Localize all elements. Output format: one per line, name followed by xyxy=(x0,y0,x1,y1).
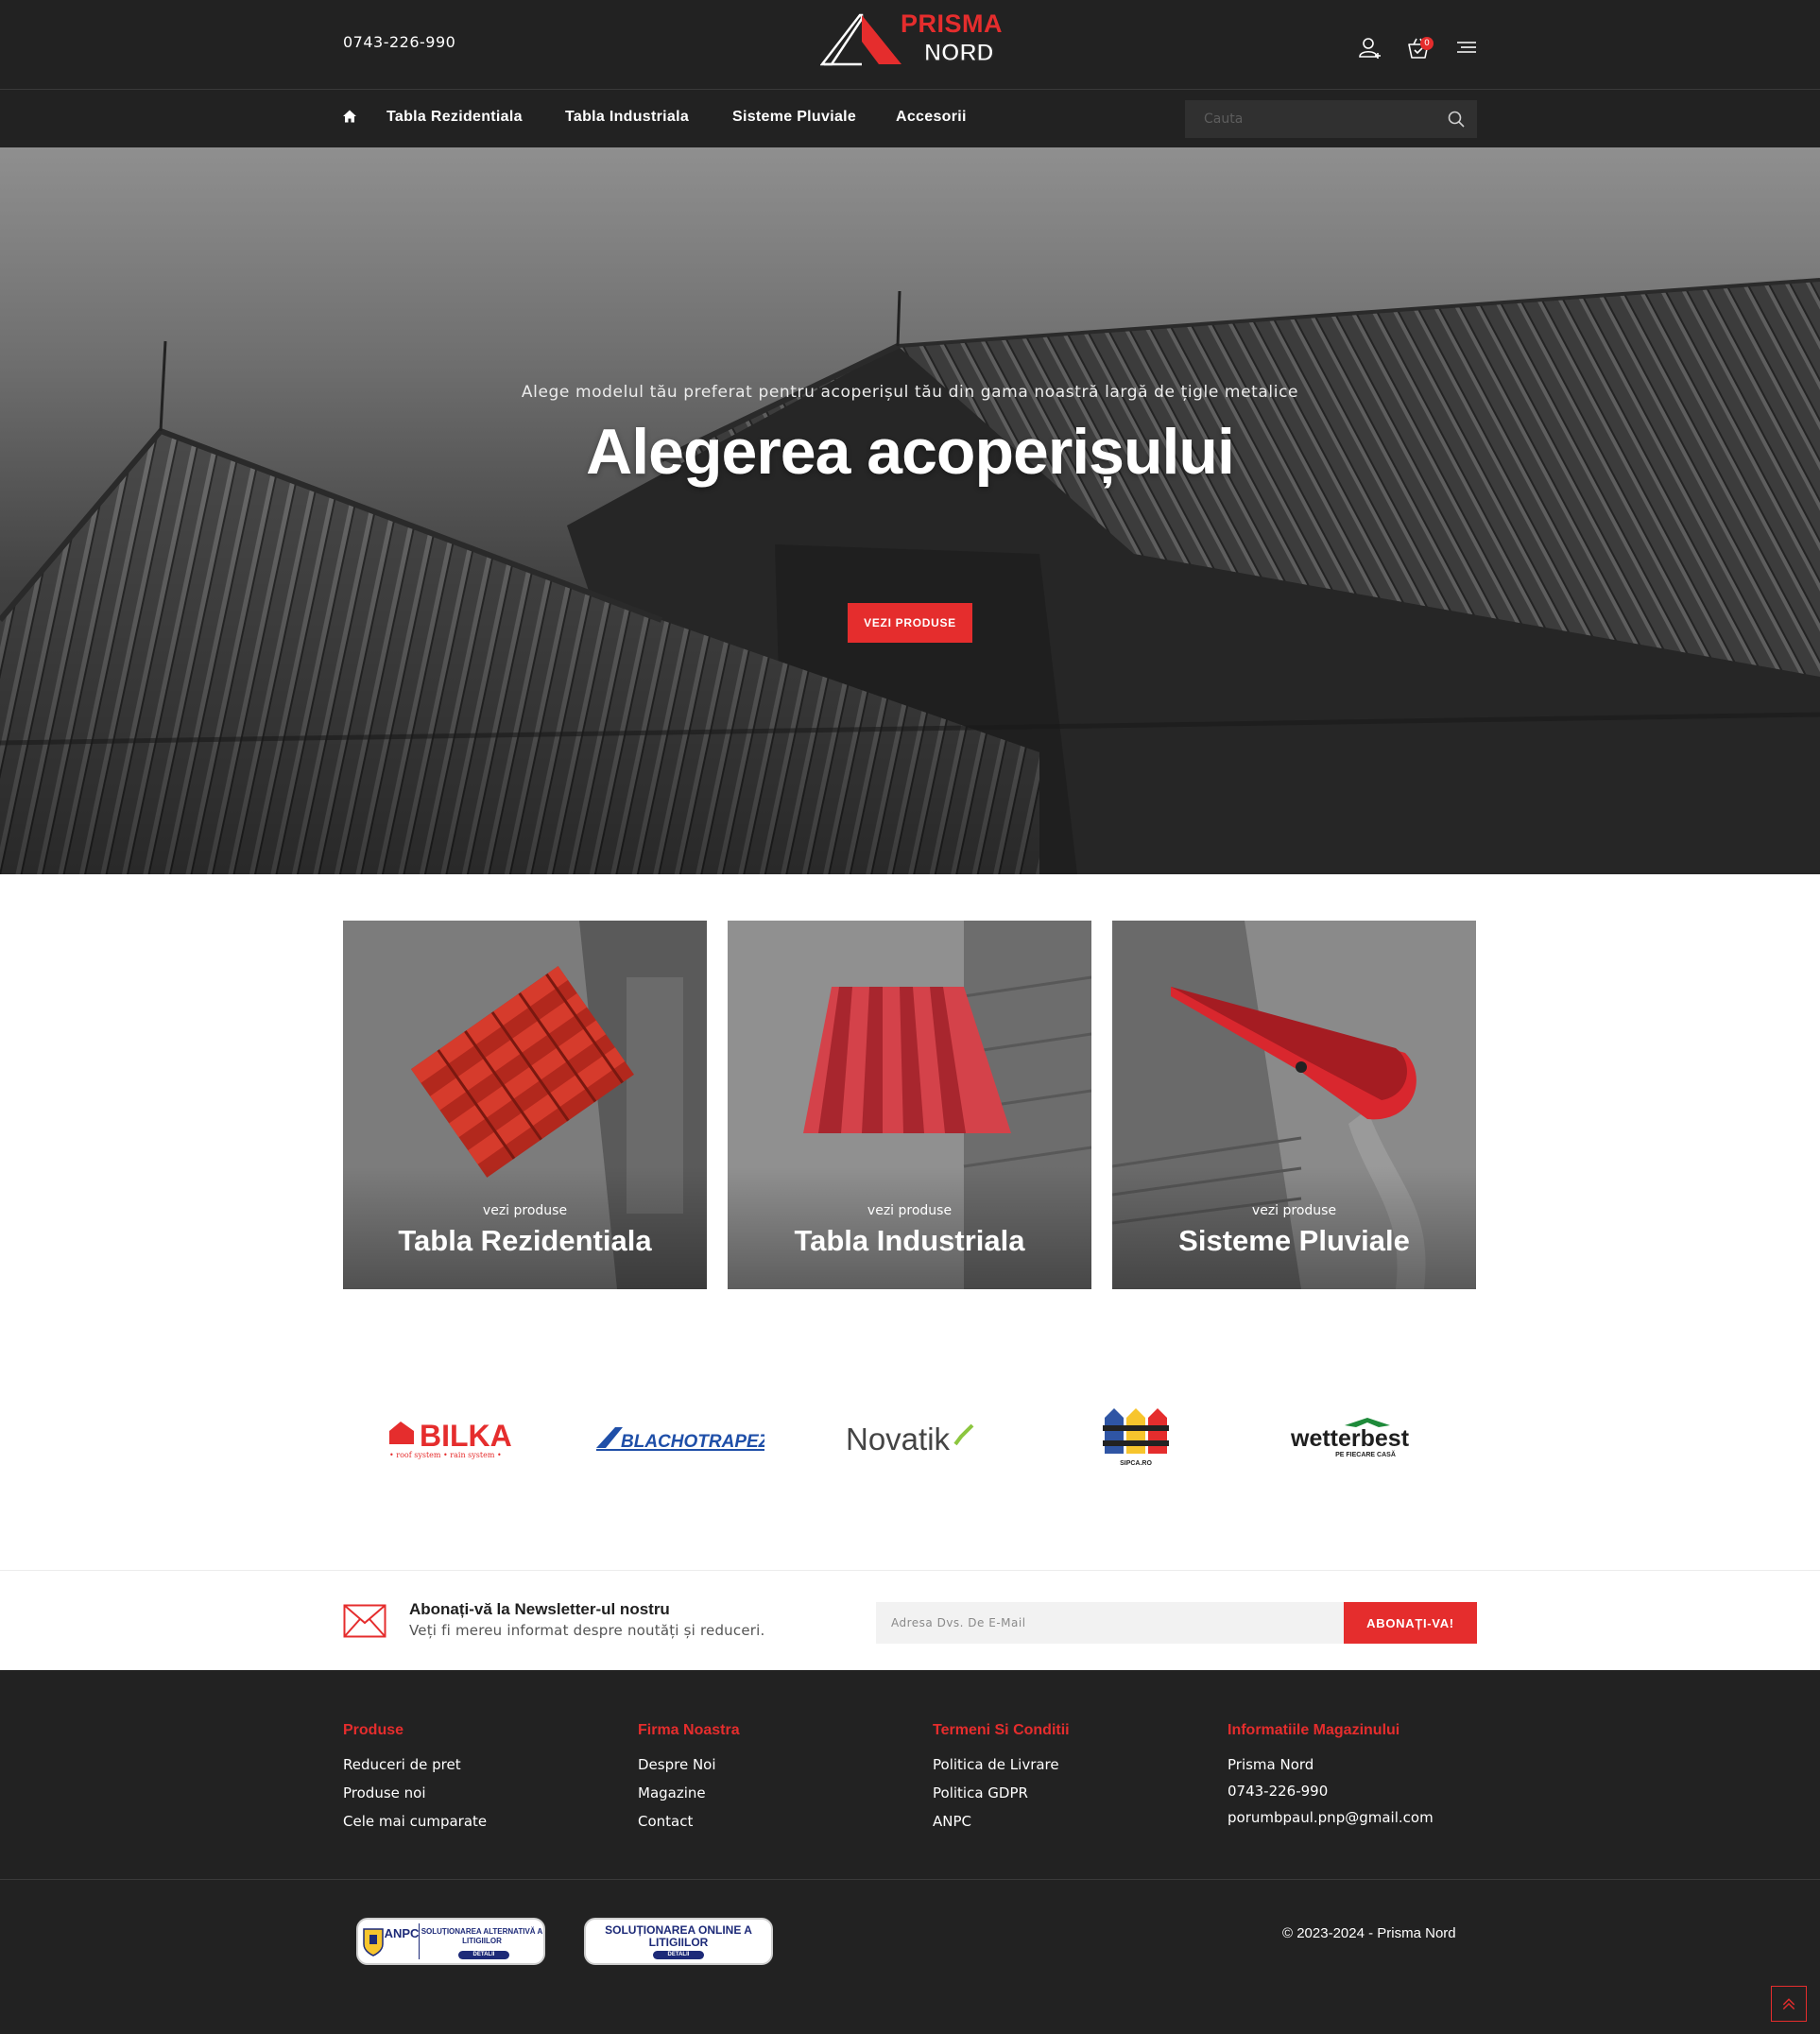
search-box xyxy=(1185,100,1477,138)
copyright: © 2023-2024 - Prisma Nord xyxy=(1282,1925,1456,1941)
main-nav: Tabla Rezidentiala Tabla Industriala Sis… xyxy=(0,90,1820,147)
brand-logo-wetterbest[interactable]: wetterbest PE FIECARE CASĂ xyxy=(1288,1389,1444,1484)
footer-link[interactable]: Magazine xyxy=(638,1784,740,1801)
view-products-button[interactable]: VEZI PRODUSE xyxy=(848,603,972,643)
brand-wetterbest-text: wetterbest xyxy=(1290,1425,1410,1452)
anpc-label: ANPC xyxy=(384,1926,420,1940)
footer-link[interactable]: Contact xyxy=(638,1813,740,1830)
category-card-title: Tabla Industriala xyxy=(794,1224,1025,1257)
hero-title: Alegerea acoperișului xyxy=(586,416,1235,488)
hero-roof-image xyxy=(0,278,1820,874)
subscribe-button[interactable]: ABONAȚI-VA! xyxy=(1344,1602,1477,1644)
footer-link[interactable]: Reduceri de pret xyxy=(343,1756,487,1773)
badge-divider xyxy=(419,1923,420,1959)
footer-link[interactable]: Produse noi xyxy=(343,1784,487,1801)
home-icon[interactable] xyxy=(342,109,357,124)
nav-item-tabla-rezidentiala[interactable]: Tabla Rezidentiala xyxy=(386,109,523,126)
footer-link[interactable]: Cele mai cumparate xyxy=(343,1813,487,1830)
nav-item-tabla-industriala[interactable]: Tabla Industriala xyxy=(565,109,689,126)
footer-column-produse: Produse Reduceri de pret Produse noi Cel… xyxy=(343,1722,487,1841)
anpc-sal-badge[interactable]: ANPC SOLUȚIONAREA ALTERNATIVĂ A LITIGIIL… xyxy=(356,1918,545,1965)
brand-sipca-text: SIPCA.RO xyxy=(1120,1460,1152,1467)
hero-banner: Alege modelul tău preferat pentru acoper… xyxy=(0,147,1820,874)
envelope-icon xyxy=(343,1604,386,1638)
footer-link[interactable]: Politica de Livrare xyxy=(933,1756,1070,1773)
brand-logo-novatik[interactable]: Novatik xyxy=(844,1389,976,1484)
category-card-tabla-industriala[interactable]: vezi produse Tabla Industriala xyxy=(728,921,1091,1289)
brand-bilka-tag: • roof system • rain system • xyxy=(389,1451,502,1459)
site-footer: Produse Reduceri de pret Produse noi Cel… xyxy=(0,1670,1820,2034)
hero-subtitle: Alege modelul tău preferat pentru acoper… xyxy=(521,383,1299,402)
footer-link[interactable]: Despre Noi xyxy=(638,1756,740,1773)
brand-bilka-text: BILKA xyxy=(420,1419,512,1453)
category-card-subtitle: vezi produse xyxy=(482,1203,568,1218)
category-card-sisteme-pluviale[interactable]: vezi produse Sisteme Pluviale xyxy=(1112,921,1476,1289)
footer-column-firma-noastra: Firma Noastra Despre Noi Magazine Contac… xyxy=(638,1722,740,1841)
brand-logos: BILKA • roof system • rain system • BLAC… xyxy=(343,1389,1477,1484)
brand-logo-blachotrapez[interactable]: BLACHOTRAPEZ xyxy=(596,1389,764,1484)
top-header: 0743-226-990 PRISMA NORD 0 xyxy=(0,0,1820,90)
search-icon[interactable] xyxy=(1446,109,1467,129)
store-email[interactable]: porumbpaul.pnp@gmail.com xyxy=(1228,1809,1434,1826)
badge-text: SOLUȚIONAREA ONLINE A LITIGIILOR xyxy=(605,1923,752,1949)
brand-wetterbest-tag: PE FIECARE CASĂ xyxy=(1335,1450,1396,1458)
category-card-subtitle: vezi produse xyxy=(867,1203,953,1218)
footer-heading: Informatiile Magazinului xyxy=(1228,1722,1400,1738)
store-phone[interactable]: 0743-226-990 xyxy=(1228,1783,1434,1800)
romania-coat-of-arms-icon xyxy=(363,1928,384,1956)
brand-logo-bilka[interactable]: BILKA • roof system • rain system • xyxy=(387,1389,524,1484)
footer-heading: Produse xyxy=(343,1722,404,1738)
brand-blachotrapez-text: BLACHOTRAPEZ xyxy=(621,1432,764,1452)
category-card-subtitle: vezi produse xyxy=(1251,1203,1337,1218)
logo-text-bottom: NORD xyxy=(924,40,995,67)
nav-item-sisteme-pluviale[interactable]: Sisteme Pluviale xyxy=(732,109,856,126)
newsletter-email-input[interactable] xyxy=(876,1602,1345,1644)
category-card-title: Sisteme Pluviale xyxy=(1178,1224,1410,1257)
cart-count-badge: 0 xyxy=(1420,37,1434,50)
search-input[interactable] xyxy=(1185,100,1431,138)
logo-text-top: PRISMA xyxy=(901,9,1004,38)
sol-badge[interactable]: SOLUȚIONAREA ONLINE A LITIGIILOR DETALII xyxy=(584,1918,773,1965)
footer-column-store-info: Informatiile Magazinului Prisma Nord 074… xyxy=(1228,1722,1434,1836)
newsletter-section: Abonați-vă la Newsletter-ul nostru Veți … xyxy=(0,1570,1820,1670)
footer-heading: Firma Noastra xyxy=(638,1722,740,1738)
footer-divider xyxy=(0,1879,1820,1880)
newsletter-title: Abonați-vă la Newsletter-ul nostru xyxy=(409,1600,670,1618)
footer-link[interactable]: Politica GDPR xyxy=(933,1784,1070,1801)
store-name: Prisma Nord xyxy=(1228,1756,1314,1773)
brand-logo-sipca[interactable]: SIPCA.RO xyxy=(1099,1389,1175,1484)
header-phone[interactable]: 0743-226-990 xyxy=(343,33,455,51)
menu-icon[interactable] xyxy=(1453,34,1482,62)
nav-item-accesorii[interactable]: Accesorii xyxy=(896,109,967,126)
user-plus-icon[interactable] xyxy=(1356,34,1384,62)
details-pill: DETALII xyxy=(458,1951,509,1959)
scroll-to-top-icon[interactable] xyxy=(1771,1986,1807,2022)
footer-link[interactable]: ANPC xyxy=(933,1813,1070,1830)
category-card-tabla-rezidentiala[interactable]: vezi produse Tabla Rezidentiala xyxy=(343,921,707,1289)
footer-heading: Termeni Si Conditii xyxy=(933,1722,1070,1738)
badge-text: SOLUȚIONAREA ALTERNATIVĂ A LITIGIILOR xyxy=(421,1927,543,1945)
footer-column-termeni: Termeni Si Conditii Politica de Livrare … xyxy=(933,1722,1070,1841)
newsletter-subtitle: Veți fi mereu informat despre noutăți și… xyxy=(409,1622,765,1639)
brand-novatik-text: Novatik xyxy=(846,1422,951,1457)
details-pill: DETALII xyxy=(653,1951,704,1959)
category-card-title: Tabla Rezidentiala xyxy=(398,1224,652,1257)
